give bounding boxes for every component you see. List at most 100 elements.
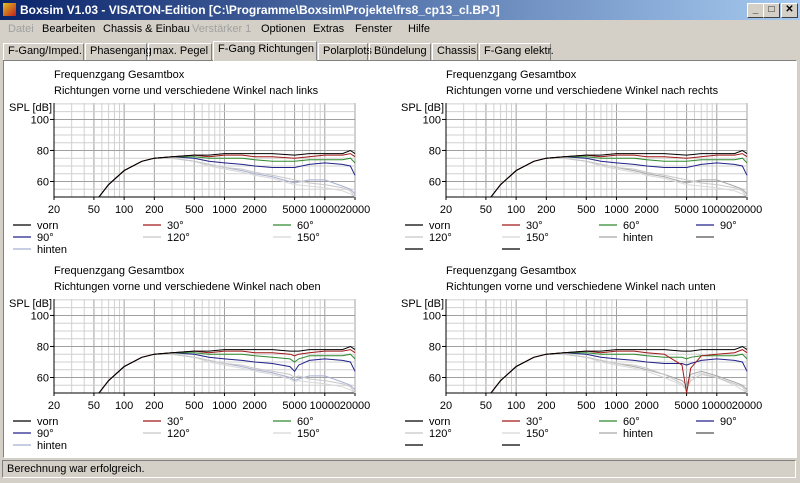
chart-title: Frequenzgang Gesamtbox: [446, 265, 577, 277]
x-tick-label: 50: [88, 204, 100, 216]
y-tick-label: 60: [429, 372, 441, 384]
menu-extras[interactable]: Extras: [313, 23, 344, 35]
x-tick-label: 200: [537, 400, 555, 412]
x-tick-label: 100: [507, 204, 525, 216]
menu-datei[interactable]: Datei: [8, 23, 34, 35]
series-line-60°: [446, 156, 748, 198]
y-tick-label: 80: [37, 341, 49, 353]
series-line-60°: [54, 156, 356, 198]
x-tick-label: 200: [537, 204, 555, 216]
menu-fenster[interactable]: Fenster: [355, 23, 392, 35]
y-tick-label: 80: [37, 145, 49, 157]
y-tick-label: 100: [423, 114, 441, 126]
menu-verst-rker-1[interactable]: Verstärker 1: [192, 23, 251, 35]
x-tick-label: 20: [440, 204, 452, 216]
x-tick-label: 2000: [242, 400, 266, 412]
x-tick-label: 5000: [282, 400, 306, 412]
legend-label: 120°: [429, 232, 452, 244]
tab-b-ndelung[interactable]: Bündelung: [369, 43, 431, 61]
x-tick-label: 200: [145, 204, 163, 216]
frequency-response-chart: Frequenzgang Gesamtbox Richtungen vorne u…: [401, 263, 793, 457]
x-tick-label: 2000: [634, 204, 658, 216]
x-tick-label: 10000: [701, 204, 732, 216]
maximize-button[interactable]: □: [763, 3, 780, 18]
series-line-90°: [54, 352, 356, 394]
x-tick-label: 500: [185, 400, 203, 412]
legend-label: hinten: [623, 232, 653, 244]
x-tick-label: 50: [88, 400, 100, 412]
menu-bar: Datei Bearbeiten Chassis & Einbau Verstärke…: [0, 21, 800, 39]
x-tick-label: 50: [480, 204, 492, 216]
close-button[interactable]: ✕: [781, 3, 798, 18]
x-tick-label: 1000: [212, 204, 236, 216]
legend-label: 30°: [167, 220, 184, 232]
legend-label: 150°: [526, 232, 549, 244]
x-tick-label: 100: [115, 400, 133, 412]
legend-label: 150°: [297, 428, 320, 440]
app-icon[interactable]: [3, 3, 16, 16]
x-tick-label: 2000: [634, 400, 658, 412]
y-tick-label: 60: [37, 176, 49, 188]
menu-hilfe[interactable]: Hilfe: [408, 23, 430, 35]
menu-bearbeiten[interactable]: Bearbeiten: [42, 23, 95, 35]
chart-subtitle: Richtungen vorne und verschiedene Winkel…: [54, 85, 319, 97]
minimize-button[interactable]: _: [747, 3, 764, 18]
x-tick-label: 1000: [604, 204, 628, 216]
x-tick-label: 100: [115, 204, 133, 216]
y-tick-label: 60: [429, 176, 441, 188]
legend-label: 60°: [623, 416, 640, 428]
x-tick-label: 10000: [309, 204, 340, 216]
y-tick-label: 80: [429, 145, 441, 157]
tab-f-gang-imped-[interactable]: F-Gang/Imped.: [3, 43, 84, 61]
x-tick-label: 10000: [309, 400, 340, 412]
y-tick-label: 80: [429, 341, 441, 353]
legend-label: vorn: [429, 220, 450, 232]
legend-label: 30°: [526, 220, 543, 232]
x-tick-label: 1000: [604, 400, 628, 412]
chart-panel: Frequenzgang Gesamtbox Richtungen vorne u…: [3, 60, 797, 458]
x-tick-label: 20000: [340, 204, 371, 216]
legend-label: 90°: [37, 232, 54, 244]
legend-label: hinten: [37, 244, 67, 256]
x-tick-label: 500: [185, 204, 203, 216]
legend-label: vorn: [429, 416, 450, 428]
tab-max-pegel[interactable]: max. Pegel: [148, 43, 212, 61]
legend-label: 120°: [167, 232, 190, 244]
menu-optionen[interactable]: Optionen: [261, 23, 306, 35]
legend-label: 60°: [623, 220, 640, 232]
y-tick-label: 100: [31, 310, 49, 322]
series-line-90°: [446, 156, 748, 198]
legend-label: 150°: [526, 428, 549, 440]
x-tick-label: 20000: [340, 400, 371, 412]
chart-title: Frequenzgang Gesamtbox: [54, 265, 185, 277]
tab-chassis[interactable]: Chassis: [432, 43, 478, 61]
chart-svg: Frequenzgang Gesamtbox Richtungen vorne u…: [401, 265, 763, 446]
legend-label: 30°: [526, 416, 543, 428]
frequency-response-chart: Frequenzgang Gesamtbox Richtungen vorne u…: [9, 263, 401, 457]
x-tick-label: 5000: [282, 204, 306, 216]
tab-f-gang-elektr-[interactable]: F-Gang elektr.: [479, 43, 554, 61]
y-axis-label: SPL [dB]: [9, 298, 52, 310]
legend-label: 90°: [720, 416, 737, 428]
legend-label: hinten: [623, 428, 653, 440]
legend-label: 60°: [297, 220, 314, 232]
x-tick-label: 20000: [732, 204, 763, 216]
tab-f-gang-richtungen[interactable]: F-Gang Richtungen: [213, 41, 317, 61]
status-bar: Berechnung war erfolgreich.: [2, 460, 796, 478]
legend-label: 90°: [37, 428, 54, 440]
legend-label: 60°: [297, 416, 314, 428]
tab-phasengang[interactable]: Phasengang: [85, 43, 152, 61]
legend-label: 120°: [429, 428, 452, 440]
y-tick-label: 60: [37, 372, 49, 384]
menu-chassis-einbau[interactable]: Chassis & Einbau: [103, 23, 190, 35]
legend-label: vorn: [37, 416, 58, 428]
frequency-response-chart: Frequenzgang Gesamtbox Richtungen vorne u…: [9, 67, 401, 261]
x-tick-label: 5000: [674, 204, 698, 216]
window-title: Boxsim V1.03 - VISATON-Edition [C:\Progr…: [20, 3, 500, 17]
tab-polarplots[interactable]: Polarplots: [318, 43, 372, 61]
title-bar: Boxsim V1.03 - VISATON-Edition [C:\Progr…: [0, 0, 800, 20]
x-tick-label: 5000: [674, 400, 698, 412]
frequency-response-chart: Frequenzgang Gesamtbox Richtungen vorne u…: [401, 67, 793, 261]
x-tick-label: 2000: [242, 204, 266, 216]
x-tick-label: 20000: [732, 400, 763, 412]
